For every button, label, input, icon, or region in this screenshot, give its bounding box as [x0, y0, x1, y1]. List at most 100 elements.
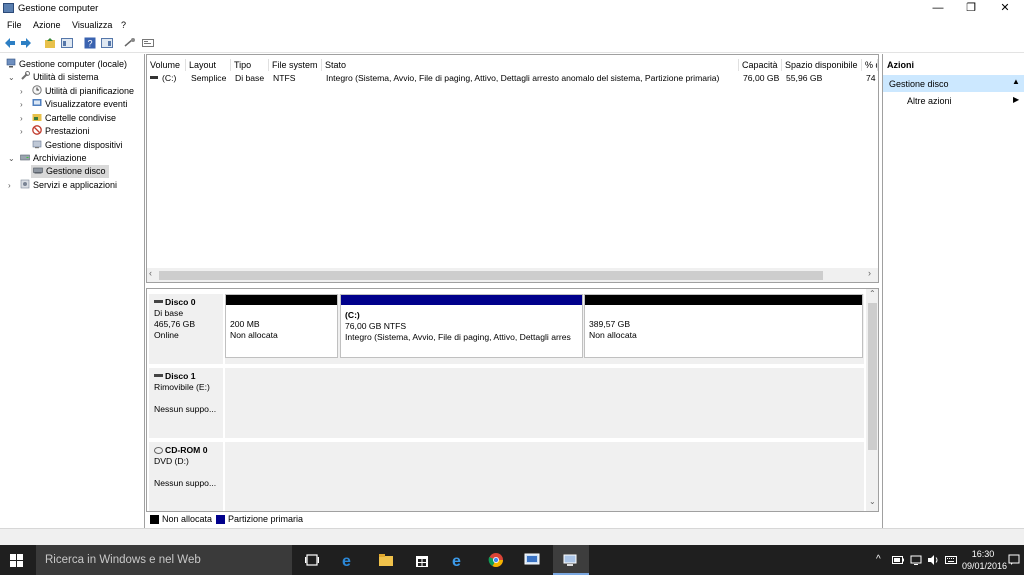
legend: Non allocata Partizione primaria — [146, 512, 879, 527]
menu-azione[interactable]: Azione — [33, 20, 61, 30]
submenu-arrow-icon: ▶ — [1013, 95, 1020, 104]
column-header-tipo[interactable]: Tipo — [231, 59, 269, 71]
cell-capacita: 76,00 GB — [743, 73, 780, 83]
chrome-icon[interactable] — [488, 552, 504, 568]
tree-label-device-manager: Gestione dispositivi — [45, 140, 123, 150]
partition-c[interactable]: (C:) 76,00 GB NTFS Integro (Sistema, Avvio… — [340, 294, 583, 358]
chevron-right-icon[interactable]: › — [20, 112, 28, 125]
scroll-thumb[interactable] — [159, 271, 823, 280]
column-header-layout[interactable]: Layout — [186, 59, 231, 71]
connect-icon[interactable] — [124, 37, 136, 49]
tree-item-task-scheduler[interactable]: › Utilità di pianificazione — [20, 85, 134, 98]
console-tree: Gestione computer (locale) ⌄ Utilità di … — [0, 54, 145, 528]
disk-1-area — [225, 368, 864, 438]
search-box[interactable]: Ricerca in Windows e nel Web — [36, 545, 292, 575]
disk-1-name: Disco 1 — [165, 371, 196, 381]
folder-up-icon[interactable] — [44, 37, 56, 49]
toolbar: ? — [0, 34, 1024, 53]
menu-file[interactable]: File — [7, 20, 22, 30]
cdrom-0-name: CD-ROM 0 — [165, 445, 208, 455]
window-title: Gestione computer — [18, 3, 99, 14]
keyboard-icon[interactable] — [945, 554, 957, 566]
chevron-down-icon[interactable]: ⌄ — [8, 152, 16, 165]
tree-item-services[interactable]: › Servizi e applicazioni — [8, 179, 117, 192]
column-header-file-system[interactable]: File system — [269, 59, 322, 71]
task-view-icon[interactable] — [304, 552, 320, 568]
column-header-stato[interactable]: Stato — [322, 59, 739, 71]
scroll-down-icon[interactable]: ⌄ — [869, 497, 876, 506]
tree-item-system-tools[interactable]: ⌄ Utilità di sistema — [8, 71, 99, 84]
column-header-capacita[interactable]: Capacità — [739, 59, 782, 71]
clock[interactable]: 16:30 09/01/2016 — [962, 548, 1007, 572]
shared-folder-icon — [32, 114, 42, 121]
tree-item-shared-folders[interactable]: › Cartelle condivise — [20, 112, 116, 125]
collapse-icon[interactable]: ▲ — [1012, 77, 1020, 86]
column-header-spazio-disponibile[interactable]: Spazio disponibile — [782, 59, 862, 71]
scroll-up-icon[interactable]: ⌃ — [869, 289, 876, 298]
partition-unallocated-389gb[interactable]: 389,57 GB Non allocata — [584, 294, 863, 358]
disk-1-label[interactable]: Disco 1 Rimovibile (E:) Nessun suppo... — [149, 368, 223, 438]
tree-item-storage[interactable]: ⌄ Archiviazione — [8, 152, 87, 165]
internet-explorer-icon[interactable]: e — [451, 552, 467, 568]
chevron-right-icon[interactable]: › — [8, 179, 16, 192]
svg-text:?: ? — [88, 39, 93, 49]
chevron-up-icon[interactable]: ^ — [876, 554, 881, 565]
cell-tipo: Di base — [235, 73, 265, 83]
performance-icon — [32, 125, 42, 135]
scroll-right-icon[interactable]: › — [868, 268, 871, 278]
chevron-right-icon[interactable]: › — [20, 125, 28, 138]
storage-icon — [20, 154, 30, 161]
edge-browser-icon[interactable]: e — [341, 552, 357, 568]
back-arrow-icon[interactable] — [4, 37, 16, 49]
battery-icon[interactable] — [892, 555, 904, 565]
network-icon[interactable] — [910, 554, 922, 566]
tree-label-disk-management: Gestione disco — [46, 166, 106, 176]
file-explorer-icon[interactable] — [378, 552, 394, 568]
disk-0-status: Online — [154, 330, 179, 340]
cdrom-0-label[interactable]: CD-ROM 0 DVD (D:) Nessun suppo... — [149, 442, 223, 511]
chevron-down-icon[interactable]: ⌄ — [8, 71, 16, 84]
app-window: Gestione computer — ❐ ✕ File Azione Visu… — [0, 0, 1024, 545]
tree-item-device-manager[interactable]: Gestione dispositivi — [32, 139, 123, 152]
column-header-volume[interactable]: Volume — [147, 59, 186, 71]
cdrom-0-area — [225, 442, 864, 511]
disk-0-label[interactable]: Disco 0 Di base 465,76 GB Online — [149, 294, 223, 364]
view-icon[interactable] — [142, 37, 154, 49]
windows-start-icon[interactable] — [10, 554, 23, 567]
scroll-thumb[interactable] — [868, 303, 877, 450]
computer-management-taskbar-icon[interactable] — [562, 552, 578, 568]
tree-label-system-tools: Utilità di sistema — [33, 72, 99, 82]
partition-1-size: 76,00 GB NTFS — [345, 321, 407, 331]
menu-help[interactable]: ? — [121, 20, 126, 30]
forward-arrow-icon[interactable] — [20, 37, 32, 49]
taskbar: Ricerca in Windows e nel Web e e ^ 16:30… — [0, 545, 1024, 575]
column-header-percent[interactable]: % d — [862, 59, 878, 71]
actions-section-disk-management[interactable]: Gestione disco ▲ — [883, 75, 1024, 92]
vertical-scrollbar[interactable]: ⌃ ⌄ — [866, 289, 878, 511]
horizontal-scrollbar[interactable]: ‹ › — [147, 268, 878, 282]
menu-visualizza[interactable]: Visualizza — [72, 20, 112, 30]
notifications-icon[interactable] — [1008, 554, 1020, 566]
tree-item-performance[interactable]: › Prestazioni — [20, 125, 90, 138]
properties-icon[interactable] — [101, 37, 113, 49]
event-viewer-icon — [32, 99, 42, 106]
remote-desktop-icon[interactable] — [524, 552, 540, 568]
cell-percent: 74 — [866, 73, 876, 83]
close-button[interactable]: ✕ — [988, 0, 1022, 17]
tree-item-root[interactable]: Gestione computer (locale) — [6, 58, 127, 71]
volume-icon[interactable] — [927, 554, 939, 566]
console-tree-icon[interactable] — [61, 37, 73, 49]
status-bar — [0, 528, 1024, 545]
partition-unallocated-200mb[interactable]: 200 MB Non allocata — [225, 294, 338, 358]
tree-item-disk-management[interactable]: Gestione disco — [31, 165, 109, 178]
tree-item-event-viewer[interactable]: › Visualizzatore eventi — [20, 98, 127, 111]
minimize-button[interactable]: — — [921, 0, 955, 17]
restore-button[interactable]: ❐ — [954, 0, 988, 17]
action-more-actions[interactable]: Altre azioni ▶ — [883, 94, 1024, 109]
store-icon[interactable] — [414, 552, 430, 568]
partition-bar — [341, 295, 582, 305]
chevron-right-icon[interactable]: › — [20, 85, 28, 98]
chevron-right-icon[interactable]: › — [20, 98, 28, 111]
help-icon[interactable]: ? — [84, 37, 96, 49]
scroll-left-icon[interactable]: ‹ — [149, 268, 152, 278]
